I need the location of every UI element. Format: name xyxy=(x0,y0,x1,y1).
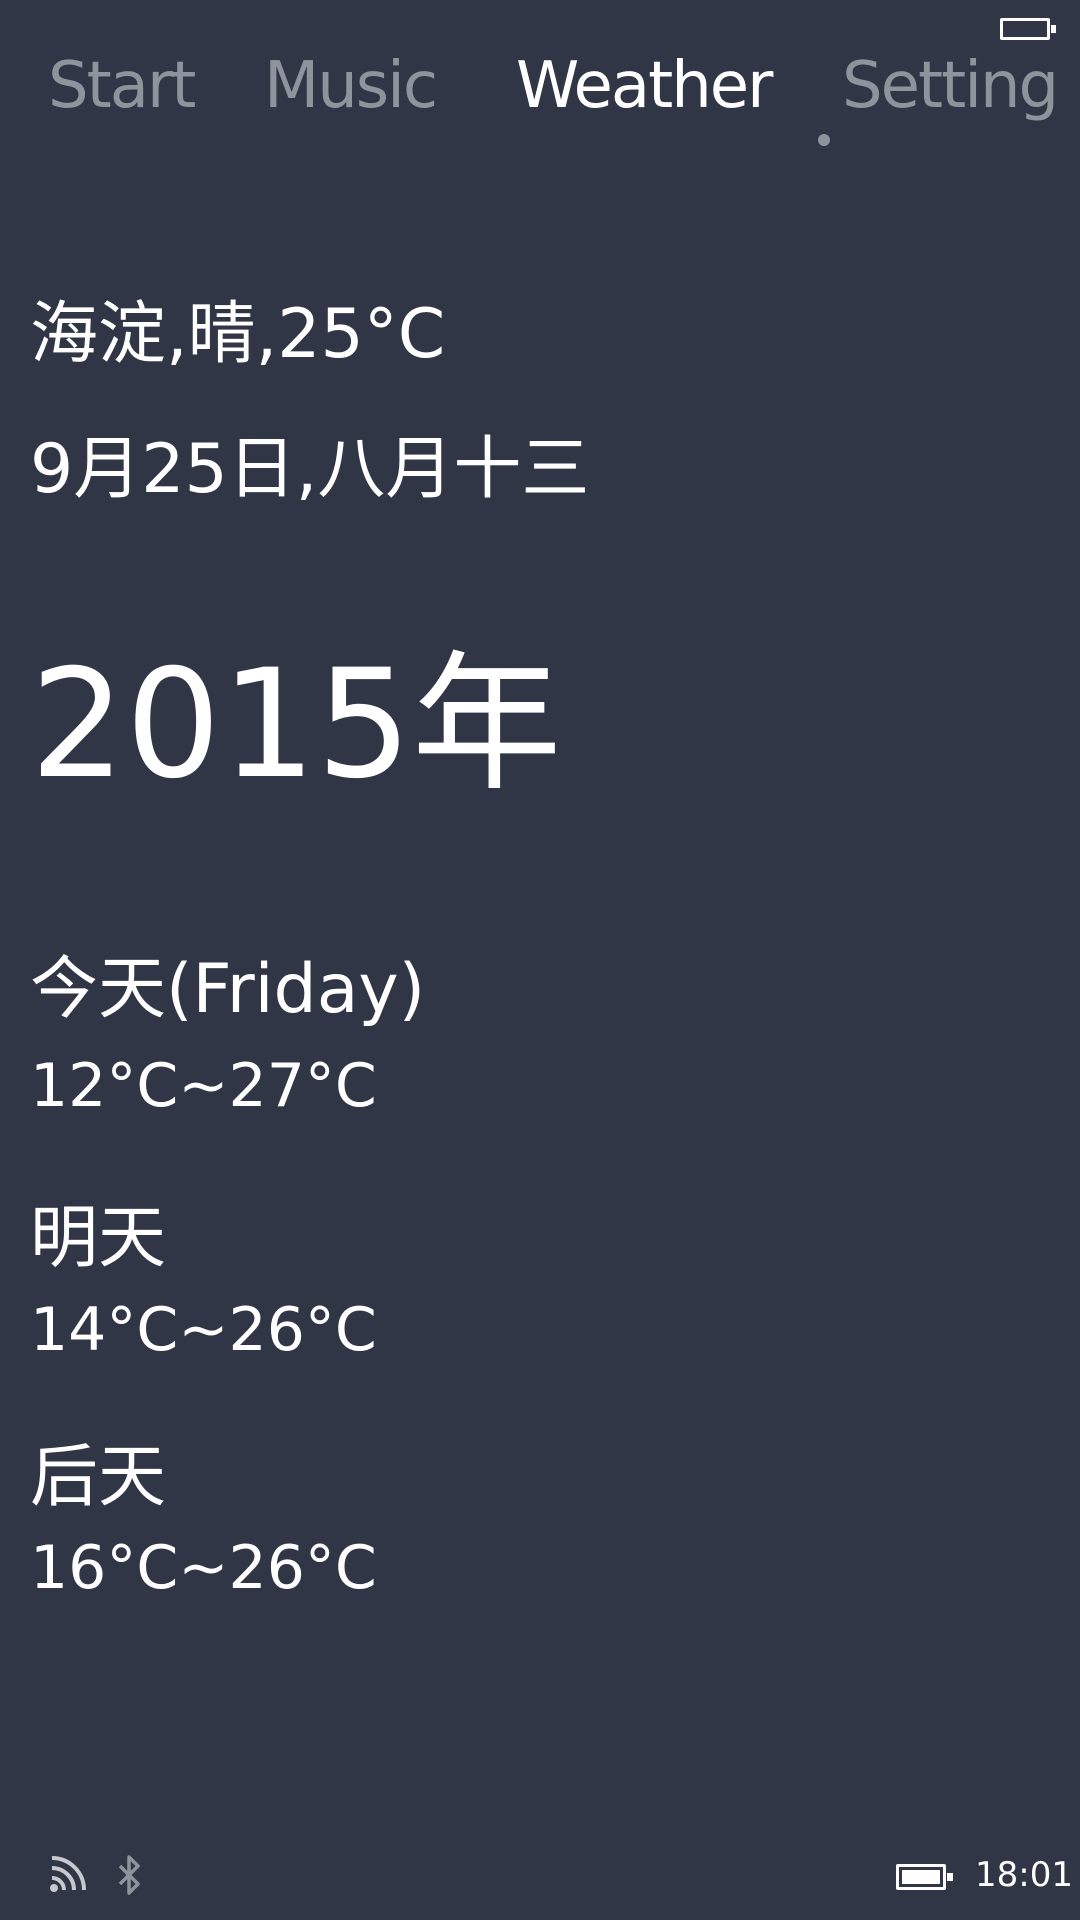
tab-bar: Start Music Weather Setting xyxy=(0,46,1080,146)
tab-music[interactable]: Music xyxy=(264,46,438,126)
status-bar: 18:01 xyxy=(0,1840,1080,1920)
tab-indicator-dot xyxy=(818,134,830,146)
date-text: 9月25日,八月十三 xyxy=(30,430,590,509)
bluetooth-icon xyxy=(118,1855,140,1895)
forecast-day-label: 后天 xyxy=(30,1438,167,1517)
wifi-icon xyxy=(50,1856,86,1892)
forecast-temp-range: 16°C~26°C xyxy=(30,1533,377,1603)
battery-icon xyxy=(896,1864,953,1890)
current-weather: 海淀,晴,25°C xyxy=(30,295,446,374)
year-text: 2015年 xyxy=(30,638,562,812)
forecast-day-label: 明天 xyxy=(30,1199,167,1278)
tab-start[interactable]: Start xyxy=(48,46,196,126)
forecast-temp-range: 12°C~27°C xyxy=(30,1051,377,1121)
forecast-temp-range: 14°C~26°C xyxy=(30,1295,377,1365)
tab-setting[interactable]: Setting xyxy=(842,46,1059,126)
battery-icon xyxy=(1000,18,1056,40)
tab-weather[interactable]: Weather xyxy=(516,46,773,126)
clock: 18:01 xyxy=(975,1855,1073,1895)
forecast-day-label: 今天(Friday) xyxy=(30,950,426,1029)
